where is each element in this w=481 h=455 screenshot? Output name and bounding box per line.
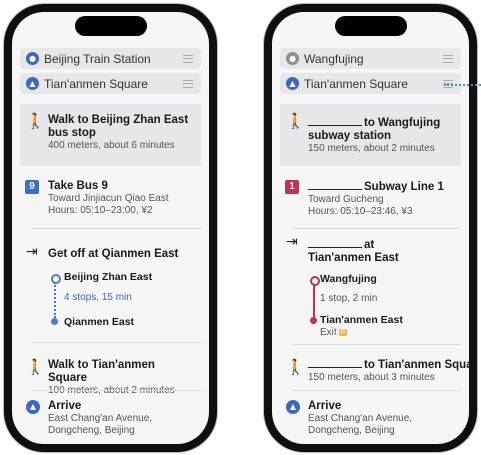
divider: [32, 342, 201, 343]
end-stop-marker: [310, 317, 317, 324]
divider: [32, 390, 201, 391]
step-title: Get off at Qianmen East: [48, 248, 179, 260]
stop-to: Tian'anmen East: [320, 314, 403, 326]
screen-right: ● Wangfujing ▲ Tian'anmen Square 🚶 to Wa…: [272, 12, 469, 444]
start-stop-marker: [51, 274, 61, 284]
destination-label: Tian'anmen Square: [304, 76, 408, 91]
divider: [292, 344, 461, 345]
step-take-subway[interactable]: 1 Subway Line 1 Toward Gucheng Hours: 05…: [280, 172, 461, 226]
step-subtitle: 150 meters, about 3 minutes: [308, 372, 435, 383]
destination-marker-icon: ▲: [26, 77, 39, 90]
origin-label: Wangfujing: [304, 51, 364, 66]
stop-to: Qianmen East: [64, 316, 135, 328]
exit-arrow-icon: ⇥: [26, 244, 38, 260]
divider: [292, 390, 461, 391]
step-walk-to-destination[interactable]: 🚶 Walk to Tian'anmen Square 100 meters, …: [20, 350, 201, 396]
stop-from: Beijing Zhan East: [64, 271, 153, 283]
step-subtitle: 150 meters, about 2 minutes: [308, 143, 435, 154]
destination-marker-icon: ▲: [286, 77, 299, 90]
step-title: Subway Line 1: [364, 181, 444, 193]
origin-marker-icon: ●: [286, 52, 299, 65]
destination-label: Tian'anmen Square: [44, 76, 148, 91]
step-title-wrap: Subway Line 1: [308, 180, 457, 194]
phone-notch: [334, 16, 407, 36]
step-title: Arrive: [308, 400, 342, 412]
step-walk-to-subway[interactable]: 🚶 to Wangfujing subway station 150 meter…: [280, 104, 461, 166]
stop-from: Wangfujing: [320, 273, 377, 285]
exit-label: Exit: [320, 327, 337, 338]
route-line: [313, 284, 315, 318]
walking-person-icon: 🚶: [26, 112, 45, 130]
destination-marker-icon: ▲: [26, 400, 40, 414]
blank-field: [308, 238, 362, 248]
step-title: to Tian'anmen Square: [364, 359, 469, 371]
step-title: Walk to Beijing Zhan East bus stop: [48, 114, 189, 139]
stop-info[interactable]: 4 stops, 15 min: [64, 292, 132, 303]
start-stop-marker: [310, 276, 320, 286]
origin-field[interactable]: ● Beijing Train Station: [20, 48, 201, 69]
drag-handle-icon[interactable]: [183, 55, 193, 63]
step-take-bus[interactable]: 9 Take Bus 9 Toward Jinjiacun Qiao East …: [20, 172, 201, 226]
step-title: at: [364, 239, 375, 251]
subway-line-badge: 1: [285, 180, 299, 194]
drag-handle-icon[interactable]: [183, 80, 193, 88]
step-hours: Hours: 05:10–23:00, ¥2: [48, 205, 153, 216]
step-get-off[interactable]: ⇥ at Tian'anmen East Wangfujing 1 stop, …: [280, 228, 461, 344]
step-walk-to-destination[interactable]: 🚶 to Tian'anmen Square 150 meters, about…: [280, 350, 469, 390]
divider: [32, 228, 201, 229]
phone-right: ● Wangfujing ▲ Tian'anmen Square 🚶 to Wa…: [264, 4, 477, 452]
step-toward: Toward Jinjiacun Qiao East: [48, 193, 169, 204]
step-arrive[interactable]: ▲ Arrive East Chang'an Avenue, Dongcheng…: [280, 394, 461, 444]
screen-left: ● Beijing Train Station ▲ Tian'anmen Squ…: [12, 12, 209, 444]
exit-arrow-icon: ⇥: [286, 234, 298, 250]
step-get-off[interactable]: ⇥ Get off at Qianmen East Beijing Zhan E…: [20, 236, 201, 340]
arrive-address: East Chang'an Avenue, Dongcheng, Beijing: [308, 413, 413, 436]
phone-left: ● Beijing Train Station ▲ Tian'anmen Squ…: [4, 4, 217, 452]
walking-person-icon: 🚶: [286, 358, 305, 376]
route-line: [54, 282, 56, 318]
drag-handle-icon[interactable]: [443, 55, 453, 63]
route-inputs: ● Beijing Train Station ▲ Tian'anmen Squ…: [20, 48, 201, 100]
step-toward: Toward Gucheng: [308, 194, 384, 205]
blank-field: [308, 116, 362, 126]
origin-field[interactable]: ● Wangfujing: [280, 48, 461, 69]
route-inputs: ● Wangfujing ▲ Tian'anmen Square: [280, 48, 461, 100]
step-title: Arrive: [48, 400, 82, 412]
walking-person-icon: 🚶: [26, 358, 45, 376]
origin-marker-icon: ●: [26, 52, 39, 65]
step-walk-to-bus[interactable]: 🚶 Walk to Beijing Zhan East bus stop 400…: [20, 104, 201, 166]
exit-info: Exit B: [320, 327, 348, 338]
destination-marker-icon: ▲: [286, 400, 300, 414]
blank-field: [308, 358, 362, 368]
destination-field[interactable]: ▲ Tian'anmen Square: [20, 73, 201, 94]
step-arrive[interactable]: ▲ Arrive East Chang'an Avenue, Dongcheng…: [20, 394, 201, 444]
arrive-address: East Chang'an Avenue, Dongcheng, Beijing: [48, 413, 153, 436]
step-title: Take Bus 9: [48, 180, 108, 192]
walking-person-icon: 🚶: [286, 112, 305, 130]
blank-field: [308, 180, 362, 190]
stop-info[interactable]: 1 stop, 2 min: [320, 293, 377, 304]
step-title-wrap: at: [308, 238, 457, 252]
bus-route-badge: 9: [25, 180, 39, 194]
step-title-line2: Tian'anmen East: [308, 252, 399, 264]
step-subtitle: 400 meters, about 6 minutes: [48, 140, 175, 151]
step-title-wrap: to Tian'anmen Square: [308, 358, 469, 372]
step-title-wrap: to Wangfujing subway station: [308, 116, 457, 143]
end-stop-marker: [51, 318, 58, 325]
step-hours: Hours: 05:10–23:46, ¥3: [308, 206, 413, 217]
step-title: Walk to Tian'anmen Square: [48, 359, 155, 384]
origin-label: Beijing Train Station: [44, 51, 151, 66]
exit-badge: B: [338, 328, 348, 336]
callout-pointer: [444, 84, 481, 86]
phone-notch: [74, 16, 147, 36]
destination-field[interactable]: ▲ Tian'anmen Square: [280, 73, 461, 94]
